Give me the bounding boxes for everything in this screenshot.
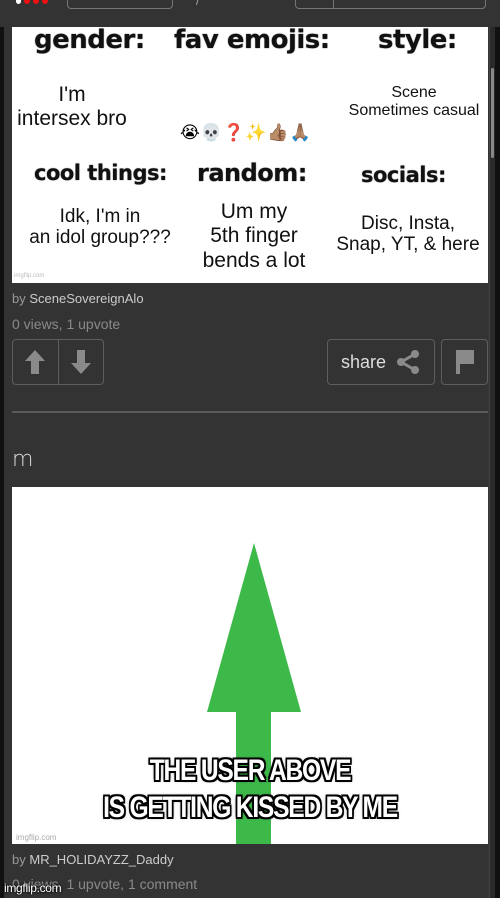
- post1-byline: by SceneSovereignAlo: [12, 291, 144, 306]
- share-icon: [397, 350, 420, 374]
- meme-image-upvote-arrow[interactable]: THE USER ABOVE IS GETTING KISSED BY ME i…: [12, 487, 488, 844]
- post2-title: m: [12, 447, 34, 472]
- header-style: style:: [378, 27, 457, 55]
- flag-button[interactable]: [441, 339, 488, 385]
- post1-author-link[interactable]: SceneSovereignAlo: [29, 291, 143, 306]
- imgflip-overlay-watermark: imgflip.com: [4, 881, 62, 895]
- post1-stats: 0 views, 1 upvote: [12, 316, 121, 332]
- value-style: Scene Sometimes casual: [348, 84, 480, 119]
- value-fav-emojis: 😭💀❓✨👍🏽🙏🏽: [180, 123, 312, 142]
- upvote-button[interactable]: [13, 340, 58, 384]
- header-cool-things: cool things:: [34, 161, 167, 185]
- top-nav-bar: /: [0, 0, 500, 27]
- meme-image-about-me[interactable]: gender: fav emojis: style: I'm intersex …: [12, 27, 488, 283]
- post2-author-link[interactable]: MR_HOLIDAYZZ_Daddy: [29, 852, 173, 867]
- right-rail: [495, 27, 500, 898]
- vote-buttons: [12, 339, 104, 385]
- arrow-up-icon: [25, 350, 46, 374]
- value-gender: I'm intersex bro: [17, 83, 127, 130]
- nav-separator-icon: /: [196, 0, 200, 8]
- header-socials: socials:: [361, 163, 446, 187]
- post-separator: [12, 411, 488, 413]
- header-gender: gender:: [34, 27, 145, 55]
- downvote-button[interactable]: [57, 340, 103, 384]
- flag-icon: [455, 350, 474, 374]
- meme-watermark: imgflip.com: [16, 833, 57, 842]
- share-button[interactable]: share: [327, 339, 435, 385]
- header-random: random:: [197, 159, 307, 187]
- value-socials: Disc, Insta, Snap, YT, & here: [336, 213, 480, 256]
- search-box[interactable]: [295, 0, 486, 9]
- nav-button[interactable]: [67, 0, 173, 9]
- meme-caption-line1: THE USER ABOVE: [149, 754, 352, 787]
- value-cool-things: Idk, I'm in an idol group???: [29, 206, 171, 249]
- imgflip-logo[interactable]: [16, 0, 48, 4]
- meme-watermark: imgflip.com: [14, 273, 45, 279]
- scrollbar-thumb[interactable]: [491, 68, 494, 158]
- header-fav-emojis: fav emojis:: [174, 27, 330, 55]
- post2-byline: by MR_HOLIDAYZZ_Daddy: [12, 852, 174, 867]
- meme-caption-line2: IS GETTING KISSED BY ME: [103, 791, 398, 824]
- value-random: Um my 5th finger bends a lot: [202, 200, 306, 272]
- arrow-down-icon: [70, 350, 91, 374]
